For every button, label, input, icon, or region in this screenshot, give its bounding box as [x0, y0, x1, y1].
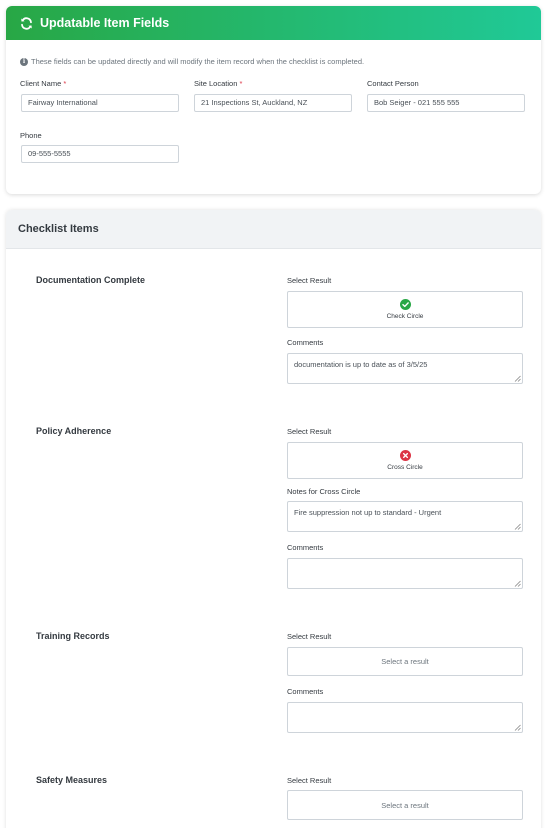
notes-label: Notes for Cross Circle	[287, 487, 361, 496]
select-placeholder: Select a result	[381, 657, 429, 666]
client-name-input[interactable]: Fairway International	[21, 94, 179, 112]
resize-handle-icon[interactable]	[514, 580, 521, 587]
notes-textarea-policy[interactable]: Fire suppression not up to standard - Ur…	[287, 501, 523, 532]
comments-textarea-training[interactable]	[287, 702, 523, 733]
cross-circle-icon	[399, 450, 411, 461]
site-location-label: Site Location *	[194, 79, 243, 88]
site-location-input[interactable]: 21 Inspections St, Auckland, NZ	[194, 94, 352, 112]
phone-label: Phone	[20, 131, 42, 140]
updatable-fields-card: Updatable Item Fields i These fields can…	[6, 6, 541, 194]
comments-textarea-policy[interactable]	[287, 558, 523, 589]
select-result-label: Select Result	[287, 632, 332, 641]
updatable-fields-title: Updatable Item Fields	[40, 16, 170, 30]
contact-person-label: Contact Person	[367, 79, 419, 88]
info-text: These fields can be updated directly and…	[31, 57, 365, 66]
resize-handle-icon[interactable]	[514, 724, 521, 731]
check-circle-icon	[399, 299, 411, 310]
comments-label: Comments	[287, 687, 324, 696]
result-select-training[interactable]: Select a result	[287, 647, 523, 676]
item-title-safety-measures: Safety Measures	[36, 775, 108, 785]
checklist-header: Checklist Items	[6, 210, 541, 249]
updatable-fields-header: Updatable Item Fields	[6, 6, 541, 40]
item-title-documentation-complete: Documentation Complete	[36, 275, 146, 285]
sync-icon	[20, 16, 33, 30]
result-label: Check Circle	[386, 313, 424, 320]
checklist-card: Checklist Items Documentation Complete S…	[6, 210, 541, 828]
info-icon: i	[20, 57, 28, 66]
comments-label: Comments	[287, 338, 324, 347]
phone-input[interactable]: 09-555-5555	[21, 145, 179, 163]
select-placeholder: Select a result	[381, 800, 429, 810]
notes-text: Fire suppression not up to standard - Ur…	[294, 508, 442, 517]
item-title-policy-adherence: Policy Adherence	[36, 426, 112, 436]
comments-label: Comments	[287, 543, 324, 552]
result-select-safety[interactable]: Select a result	[287, 790, 523, 820]
contact-person-input[interactable]: Bob Seiger - 021 555 555	[367, 94, 525, 112]
item-title-training-records: Training Records	[36, 631, 110, 641]
select-result-label: Select Result	[287, 276, 332, 285]
comments-text: documentation is up to date as of 3/5/25	[294, 360, 428, 369]
result-label: Cross Circle	[387, 464, 423, 471]
info-note: i These fields can be updated directly a…	[20, 57, 364, 66]
client-name-label: Client Name *	[20, 79, 67, 88]
result-select-policy[interactable]: Cross Circle	[287, 442, 523, 479]
select-result-label: Select Result	[287, 776, 332, 785]
resize-handle-icon[interactable]	[514, 375, 521, 382]
select-result-label: Select Result	[287, 427, 332, 436]
comments-textarea-documentation[interactable]: documentation is up to date as of 3/5/25	[287, 353, 523, 384]
resize-handle-icon[interactable]	[514, 523, 521, 530]
result-select-documentation[interactable]: Check Circle	[287, 291, 523, 328]
